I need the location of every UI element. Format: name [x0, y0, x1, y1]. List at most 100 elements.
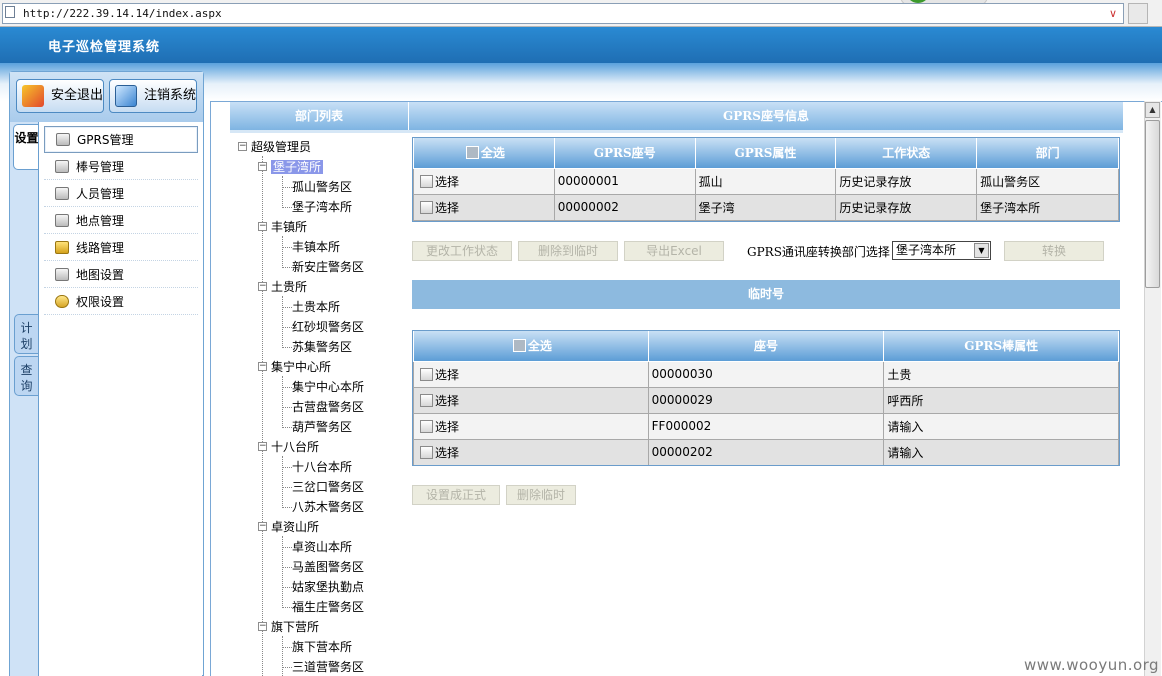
collapse-icon[interactable]: − — [258, 442, 267, 451]
scrollbar-thumb[interactable] — [1145, 120, 1160, 288]
tree-leaf[interactable]: 姑家堡执勤点 — [282, 578, 364, 596]
menu-item-permissions[interactable]: 权限设置 — [44, 289, 198, 315]
tree-leaf[interactable]: 马盖图警务区 — [282, 558, 364, 576]
seat-number-cell: 00000202 — [647, 438, 885, 466]
tree-leaf[interactable]: 土贵本所 — [282, 298, 340, 316]
delete-to-temp-button[interactable]: 删除到临时 — [518, 241, 618, 261]
url-dropdown-icon[interactable]: ∨ — [1104, 4, 1122, 23]
temp-number-table: 全选 座号 GPRS棒属性 选择 00000030 土贵 选择 00000029… — [413, 331, 1119, 466]
tree-group-qixiaying[interactable]: − 旗下营所 — [258, 618, 319, 636]
select-all-header[interactable]: 全选 — [413, 331, 649, 362]
url-input[interactable]: http://222.39.14.14/index.aspx — [2, 3, 1124, 24]
row-select-cell[interactable]: 选择 — [413, 167, 555, 195]
table-header-row: 全选 座号 GPRS棒属性 — [413, 331, 1119, 362]
menu-item-location[interactable]: 地点管理 — [44, 208, 198, 234]
select-all-checkbox[interactable] — [465, 146, 479, 160]
gprs-info-header: GPRS座号信息 — [409, 102, 1123, 130]
tree-leaf[interactable]: 福生庄警务区 — [282, 598, 364, 616]
tab-query[interactable]: 查询 — [14, 356, 38, 396]
menu-item-stick[interactable]: 棒号管理 — [44, 154, 198, 180]
tree-leaf[interactable]: 十八台本所 — [282, 458, 352, 476]
cancel-system-button[interactable]: 注销系统 — [109, 79, 197, 113]
row-checkbox[interactable] — [420, 367, 433, 381]
row-checkbox[interactable] — [420, 200, 433, 214]
gprs-number-cell: 00000001 — [553, 167, 696, 195]
column-header: 座号 — [647, 331, 885, 362]
row-select-cell[interactable]: 选择 — [413, 360, 649, 388]
row-checkbox[interactable] — [420, 393, 433, 407]
row-select-cell[interactable]: 选择 — [413, 438, 649, 466]
convert-button[interactable]: 转换 — [1004, 241, 1104, 261]
tree-group-zhuozishan[interactable]: − 卓资山所 — [258, 518, 319, 536]
row-checkbox[interactable] — [420, 419, 433, 433]
work-status-cell: 历史记录存放 — [835, 193, 978, 221]
chevron-down-icon[interactable]: ▼ — [974, 243, 989, 258]
tree-leaf-label: 旗下营本所 — [292, 640, 353, 654]
dept-select[interactable]: 堡子湾本所 ▼ — [892, 241, 991, 260]
select-all-header[interactable]: 全选 — [413, 138, 555, 169]
tree-leaf[interactable]: 三岔口警务区 — [282, 478, 364, 496]
map-icon — [55, 268, 69, 281]
tree-group-baoziwan[interactable]: − 堡子湾所 — [258, 158, 324, 176]
tree-leaf-label: 孤山警务区 — [292, 180, 353, 194]
dept-list-header: 部门列表 — [230, 102, 408, 130]
select-all-checkbox[interactable] — [512, 339, 526, 353]
tree-root[interactable]: − 超级管理员 — [238, 138, 311, 156]
gprs-number-cell: 00000002 — [553, 193, 696, 221]
collapse-icon[interactable]: − — [258, 222, 267, 231]
row-select-cell[interactable]: 选择 — [413, 412, 649, 440]
tree-leaf[interactable]: 八苏木警务区 — [282, 498, 364, 516]
scroll-up-icon[interactable]: ▲ — [1145, 102, 1160, 118]
menu-item-people[interactable]: 人员管理 — [44, 181, 198, 207]
collapse-icon[interactable]: − — [258, 162, 267, 171]
delete-temp-button[interactable]: 删除临时 — [506, 485, 576, 505]
page-icon — [5, 6, 15, 18]
row-checkbox[interactable] — [420, 445, 433, 459]
tree-leaf[interactable]: 苏集警务区 — [282, 338, 352, 356]
go-button[interactable] — [1128, 3, 1148, 24]
collapse-icon[interactable]: − — [258, 282, 267, 291]
row-select-label: 选择 — [435, 367, 460, 382]
tree-leaf[interactable]: 丰镇本所 — [282, 238, 340, 256]
tree-leaf[interactable]: 新安庄警务区 — [282, 258, 364, 276]
key-icon — [55, 295, 69, 308]
tree-leaf[interactable]: 红砂坝警务区 — [282, 318, 364, 336]
tree-group-jining[interactable]: − 集宁中心所 — [258, 358, 331, 376]
tree-group-shibatai[interactable]: − 十八台所 — [258, 438, 319, 456]
tree-node-label: 十八台所 — [271, 440, 320, 454]
tree-group-fengzhen[interactable]: − 丰镇所 — [258, 218, 307, 236]
change-status-button[interactable]: 更改工作状态 — [412, 241, 512, 261]
export-excel-button[interactable]: 导出Excel — [624, 241, 724, 261]
tree-leaf-label: 集宁中心本所 — [292, 380, 365, 394]
tree-group-tugui[interactable]: − 土贵所 — [258, 278, 307, 296]
convert-dept-label: GPRS通讯座转换部门选择： — [747, 245, 902, 259]
row-select-cell[interactable]: 选择 — [413, 386, 649, 414]
tree-leaf[interactable]: 堡子湾本所 — [282, 198, 352, 216]
row-checkbox[interactable] — [420, 174, 433, 188]
menu-item-gprs[interactable]: GPRS管理 — [44, 126, 198, 153]
seat-number-cell: 00000030 — [647, 360, 885, 388]
tree-leaf-label: 福生庄警务区 — [292, 600, 365, 614]
tree-leaf-label: 葫芦警务区 — [292, 420, 353, 434]
tree-leaf[interactable]: 卓资山本所 — [282, 538, 352, 556]
table-row: 选择 00000002 堡子湾 历史记录存放 堡子湾本所 — [413, 193, 1119, 221]
tree-leaf[interactable]: 古营盘警务区 — [282, 398, 364, 416]
tree-leaf[interactable]: 集宁中心本所 — [282, 378, 364, 396]
menu-item-route[interactable]: 线路管理 — [44, 235, 198, 261]
tree-leaf[interactable]: 葫芦警务区 — [282, 418, 352, 436]
tree-leaf[interactable]: 孤山警务区 — [282, 178, 352, 196]
tree-leaf[interactable]: 旗下营本所 — [282, 638, 352, 656]
tab-settings[interactable]: 设置 — [13, 124, 39, 170]
tab-plan[interactable]: 计划 — [14, 314, 38, 354]
collapse-icon[interactable]: − — [258, 622, 267, 631]
tree-leaf[interactable]: 三道营警务区 — [282, 658, 364, 676]
row-select-cell[interactable]: 选择 — [413, 193, 555, 221]
menu-item-map[interactable]: 地图设置 — [44, 262, 198, 288]
tree-node-label: 卓资山所 — [271, 520, 320, 534]
collapse-icon[interactable]: − — [238, 142, 247, 151]
set-formal-button[interactable]: 设置成正式 — [412, 485, 500, 505]
logout-button[interactable]: 安全退出 — [16, 79, 104, 113]
collapse-icon[interactable]: − — [258, 522, 267, 531]
collapse-icon[interactable]: − — [258, 362, 267, 371]
location-icon — [55, 214, 69, 227]
